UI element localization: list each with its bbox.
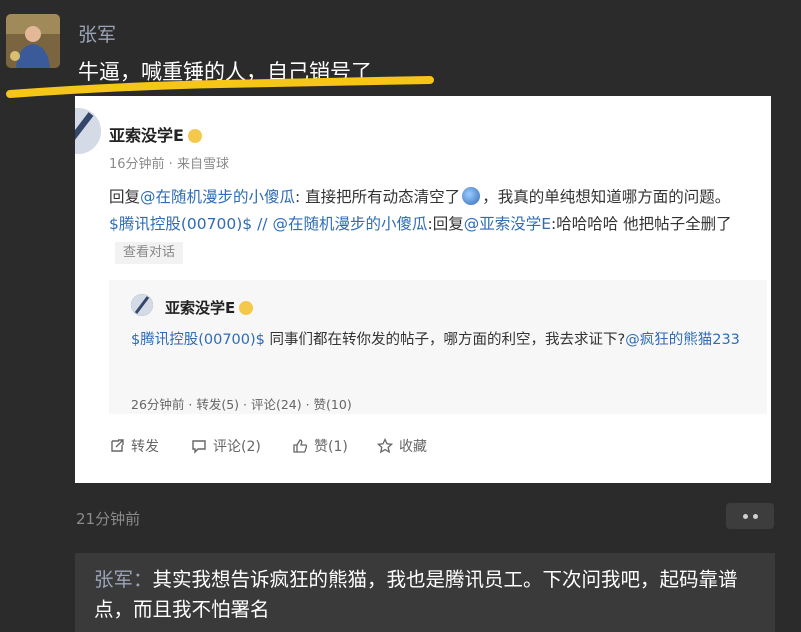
comment-icon <box>192 440 206 454</box>
quoted-author[interactable]: 亚索没学E <box>165 297 254 318</box>
reply-text: 张军：其实我想告诉疯狂的熊猫，我也是腾讯员工。下次问我吧，起码靠谱点，而且我不怕… <box>94 568 738 621</box>
avatar[interactable] <box>6 14 60 68</box>
star-icon <box>377 438 393 454</box>
crown-icon <box>187 129 202 143</box>
mention-link[interactable]: @在随机漫步的小傻瓜 <box>272 215 427 233</box>
embedded-post-card: 亚索没学E 16分钟前 · 来自雪球 回复@在随机漫步的小傻瓜: 直接把所有动态… <box>75 96 771 483</box>
like-button[interactable]: 赞(1) <box>292 436 348 456</box>
reply-box: 张军：其实我想告诉疯狂的熊猫，我也是腾讯员工。下次问我吧，起码靠谱点，而且我不怕… <box>75 553 775 632</box>
favorite-button[interactable]: 收藏 <box>377 436 427 456</box>
embedded-body: 回复@在随机漫步的小傻瓜: 直接把所有动态清空了 ，我真的单纯想知道哪方面的问题。… <box>109 184 749 265</box>
post-time: 21分钟前 <box>76 510 141 528</box>
embedded-avatar[interactable] <box>75 108 101 154</box>
quoted-post[interactable]: 亚索没学E $腾讯控股(00700)$ 同事们都在转你发的帖子，哪方面的利空，我… <box>109 280 767 414</box>
quoted-avatar[interactable] <box>131 294 153 316</box>
more-options-button[interactable] <box>726 503 774 529</box>
crown-icon <box>239 301 254 315</box>
quoted-meta: 26分钟前 · 转发(5) · 评论(24) · 赞(10) <box>131 397 352 412</box>
embedded-author[interactable]: 亚索没学E <box>109 122 202 146</box>
thumbs-up-icon <box>293 439 308 453</box>
mention-link[interactable]: @在随机漫步的小傻瓜 <box>140 188 295 206</box>
more-icon <box>742 513 748 519</box>
repost-icon <box>111 439 124 452</box>
avatar-image <box>6 14 60 68</box>
quoted-body: $腾讯控股(00700)$ 同事们都在转你发的帖子，哪方面的利空，我去求证下?@… <box>131 332 740 348</box>
view-conversation-button[interactable]: 查看对话 <box>115 242 184 264</box>
embedded-meta: 16分钟前 · 来自雪球 <box>109 157 229 172</box>
reply-author[interactable]: 张军： <box>94 568 153 591</box>
post-author[interactable]: 张军 <box>78 20 116 47</box>
mention-link[interactable]: @疯狂的熊猫233 <box>625 332 740 348</box>
stock-link[interactable]: $腾讯控股(00700)$ <box>109 215 252 233</box>
mention-link[interactable]: @亚索没学E <box>464 215 551 233</box>
emoji-icon <box>462 187 481 205</box>
comment-button[interactable]: 评论(2) <box>191 436 261 456</box>
stock-link[interactable]: $腾讯控股(00700)$ <box>131 332 265 348</box>
repost-button[interactable]: 转发 <box>109 436 159 456</box>
